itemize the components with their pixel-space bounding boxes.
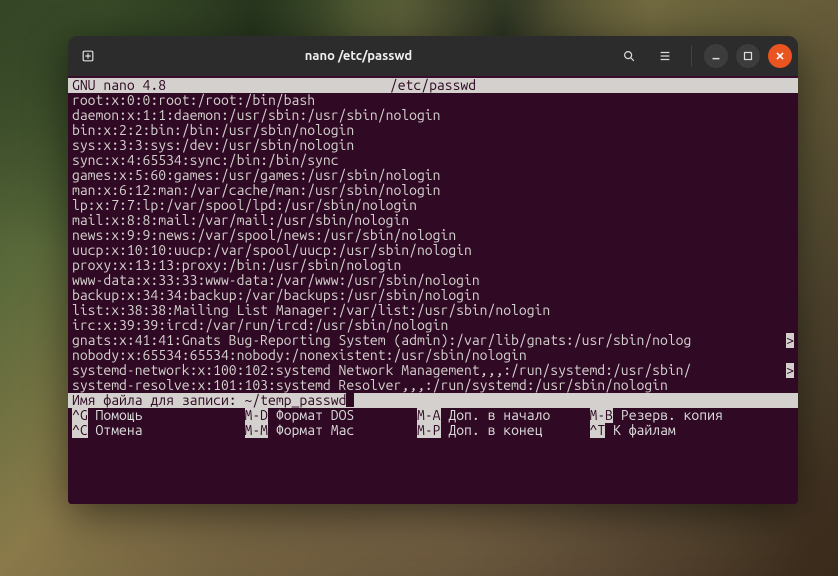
file-line: daemon:x:1:1:daemon:/usr/sbin:/usr/sbin/… bbox=[68, 108, 798, 123]
line-truncation-marker: > bbox=[786, 363, 794, 378]
shortcut-label: Доп. в конец bbox=[441, 423, 590, 438]
help-shortcut: ^C Отмена bbox=[72, 423, 245, 438]
file-line: proxy:x:13:13:proxy:/bin:/usr/sbin/nolog… bbox=[68, 258, 798, 273]
file-line: uucp:x:10:10:uucp:/var/spool/uucp:/usr/s… bbox=[68, 243, 798, 258]
file-line: list:x:38:38:Mailing List Manager:/var/l… bbox=[68, 303, 798, 318]
shortcut-label: К файлам bbox=[605, 423, 762, 438]
help-row: ^G Помощь M-D Формат DOS M-A Доп. в нача… bbox=[68, 408, 798, 423]
shortcut-label: Формат Mac bbox=[268, 423, 417, 438]
save-prompt-label: Имя файла для записи: bbox=[72, 393, 244, 408]
shortcut-key: M-A bbox=[417, 408, 441, 423]
file-line: irc:x:39:39:ircd:/var/run/ircd:/usr/sbin… bbox=[68, 318, 798, 333]
help-row: ^C Отмена M-M Формат Mac M-P Доп. в коне… bbox=[68, 423, 798, 438]
window-title: nano /etc/passwd bbox=[102, 49, 615, 63]
titlebar-separator bbox=[691, 46, 692, 66]
help-shortcut: M-M Формат Mac bbox=[245, 423, 418, 438]
file-line: games:x:5:60:games:/usr/games:/usr/sbin/… bbox=[68, 168, 798, 183]
search-button[interactable] bbox=[615, 42, 643, 70]
help-shortcut: ^T К файлам bbox=[590, 423, 763, 438]
nano-header: GNU nano 4.8 /etc/passwd GNU nano 4.8 bbox=[68, 78, 798, 93]
file-line: sys:x:3:3:sys:/dev:/usr/sbin/nologin bbox=[68, 138, 798, 153]
shortcut-label: Доп. в начало bbox=[441, 408, 590, 423]
maximize-button[interactable] bbox=[736, 44, 760, 68]
terminal-window: nano /etc/passwd bbox=[68, 36, 798, 504]
shortcut-label: Формат DOS bbox=[268, 408, 417, 423]
file-line: man:x:6:12:man:/var/cache/man:/usr/sbin/… bbox=[68, 183, 798, 198]
shortcut-key: ^C bbox=[72, 423, 88, 438]
terminal-area[interactable]: GNU nano 4.8 /etc/passwd GNU nano 4.8 ro… bbox=[68, 76, 798, 504]
nano-version: GNU nano 4.8 bbox=[72, 78, 166, 93]
minimize-button[interactable] bbox=[704, 44, 728, 68]
save-filename-input[interactable]: ~/temp_passwd bbox=[244, 393, 346, 408]
file-line: root:x:0:0:root:/root:/bin/bash bbox=[68, 93, 798, 108]
save-filename-prompt: Имя файла для записи: ~/temp_passwd bbox=[68, 393, 798, 408]
text-cursor bbox=[346, 393, 354, 407]
nano-filename: /etc/passwd bbox=[166, 78, 700, 93]
file-line: backup:x:34:34:backup:/var/backups:/usr/… bbox=[68, 288, 798, 303]
file-line: news:x:9:9:news:/var/spool/news:/usr/sbi… bbox=[68, 228, 798, 243]
file-line: sync:x:4:65534:sync:/bin:/bin/sync bbox=[68, 153, 798, 168]
file-line: bin:x:2:2:bin:/bin:/usr/sbin/nologin bbox=[68, 123, 798, 138]
help-shortcut: M-B Резерв. копия bbox=[590, 408, 763, 423]
shortcut-key: M-B bbox=[590, 408, 614, 423]
file-line: lp:x:7:7:lp:/var/spool/lpd:/usr/sbin/nol… bbox=[68, 198, 798, 213]
file-line: systemd-network:x:100:102:systemd Networ… bbox=[68, 363, 798, 378]
shortcut-key: M-D bbox=[245, 408, 269, 423]
file-line: mail:x:8:8:mail:/var/mail:/usr/sbin/nolo… bbox=[68, 213, 798, 228]
line-truncation-marker: > bbox=[786, 333, 794, 348]
file-line: nobody:x:65534:65534:nobody:/nonexistent… bbox=[68, 348, 798, 363]
help-shortcut: M-A Доп. в начало bbox=[417, 408, 590, 423]
shortcut-key: M-P bbox=[417, 423, 441, 438]
file-line: www-data:x:33:33:www-data:/var/www:/usr/… bbox=[68, 273, 798, 288]
shortcut-key: ^T bbox=[590, 423, 606, 438]
window-titlebar[interactable]: nano /etc/passwd bbox=[68, 36, 798, 76]
file-line: systemd-resolve:x:101:103:systemd Resolv… bbox=[68, 378, 798, 393]
close-button[interactable] bbox=[768, 44, 792, 68]
help-shortcut: ^G Помощь bbox=[72, 408, 245, 423]
shortcut-label: Отмена bbox=[88, 423, 245, 438]
help-shortcut: M-P Доп. в конец bbox=[417, 423, 590, 438]
hamburger-menu-button[interactable] bbox=[651, 42, 679, 70]
shortcut-label: Резерв. копия bbox=[613, 408, 762, 423]
shortcut-key: M-M bbox=[245, 423, 269, 438]
new-tab-button[interactable] bbox=[74, 42, 102, 70]
file-line: gnats:x:41:41:Gnats Bug-Reporting System… bbox=[68, 333, 798, 348]
help-shortcut: M-D Формат DOS bbox=[245, 408, 418, 423]
nano-help-bar: ^G Помощь M-D Формат DOS M-A Доп. в нача… bbox=[68, 408, 798, 438]
shortcut-label: Помощь bbox=[88, 408, 245, 423]
file-content[interactable]: root:x:0:0:root:/root:/bin/bashdaemon:x:… bbox=[68, 93, 798, 393]
shortcut-key: ^G bbox=[72, 408, 88, 423]
